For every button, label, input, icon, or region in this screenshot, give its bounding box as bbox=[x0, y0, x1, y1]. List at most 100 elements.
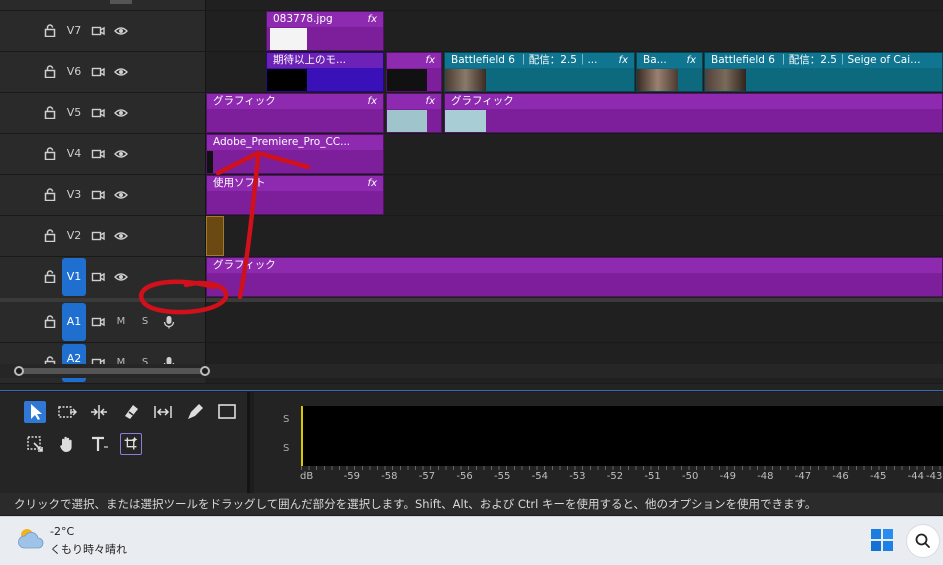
scrollbar-thumb[interactable] bbox=[18, 368, 206, 374]
lock-icon[interactable] bbox=[44, 65, 56, 78]
rectangle-tool[interactable] bbox=[216, 401, 238, 423]
text-icon bbox=[92, 436, 108, 451]
track-name-v3[interactable]: V3 bbox=[60, 181, 88, 209]
track-name-v5[interactable]: V5 bbox=[60, 99, 88, 127]
fx-badge: fx bbox=[367, 96, 377, 107]
rate-stretch-icon bbox=[27, 436, 43, 452]
pen-tool[interactable] bbox=[184, 401, 206, 423]
track-select-icon bbox=[58, 406, 77, 418]
track-name-v1[interactable]: V1 bbox=[62, 258, 86, 296]
sync-lock-icon[interactable] bbox=[91, 147, 105, 161]
clip-graphic[interactable]: グラフィック bbox=[444, 93, 943, 133]
lock-icon[interactable] bbox=[44, 106, 56, 119]
clip-short[interactable]: fx bbox=[386, 52, 442, 92]
clip-thumbnail bbox=[387, 110, 427, 132]
clip-thumbnail bbox=[445, 69, 486, 91]
mute-button[interactable]: M bbox=[114, 316, 128, 327]
ripple-edit-tool[interactable] bbox=[88, 401, 110, 423]
track-header-partial bbox=[0, 0, 205, 11]
eye-icon[interactable] bbox=[114, 147, 128, 161]
scrollbar-right-handle[interactable] bbox=[200, 366, 210, 376]
sync-lock-icon[interactable] bbox=[91, 188, 105, 202]
generative-extend-tool[interactable] bbox=[120, 433, 142, 455]
fx-badge: fx bbox=[618, 55, 628, 66]
clip-thumbnail bbox=[267, 69, 307, 91]
meter-tick-label: -54 bbox=[531, 471, 548, 482]
eye-icon[interactable] bbox=[114, 24, 128, 38]
clip-label: グラフィック bbox=[445, 94, 942, 109]
sync-lock-icon[interactable] bbox=[91, 229, 105, 243]
meter-tick-label: -49 bbox=[719, 471, 736, 482]
meter-tick-label: -55 bbox=[494, 471, 511, 482]
track-name-a1[interactable]: A1 bbox=[62, 303, 86, 341]
track-select-tool[interactable] bbox=[56, 401, 78, 423]
clip-title[interactable]: 期待以上のモ... bbox=[266, 52, 384, 92]
clip-label: Battlefield 6 ｜配信：2.5｜Seige of Cairo ... bbox=[705, 53, 942, 68]
fx-badge: fx bbox=[686, 55, 696, 66]
track-name-v6[interactable]: V6 bbox=[60, 58, 88, 86]
arrow-cursor-icon bbox=[31, 404, 42, 420]
slip-tool[interactable] bbox=[152, 401, 174, 423]
ripple-edit-icon bbox=[91, 405, 107, 419]
lock-icon[interactable] bbox=[44, 315, 56, 328]
track-name-v2[interactable]: V2 bbox=[60, 222, 88, 250]
clip-thumbnail bbox=[705, 69, 746, 91]
clip-video[interactable]: Ba... fx bbox=[636, 52, 703, 92]
meter-tick-label: -57 bbox=[418, 471, 436, 482]
weather-description[interactable]: くもり時々晴れ bbox=[50, 541, 127, 557]
slip-icon bbox=[154, 406, 172, 418]
clip-video[interactable]: Battlefield 6 ｜配信：2.5｜... fx bbox=[444, 52, 635, 92]
solo-indicator[interactable]: S bbox=[283, 443, 289, 454]
rectangle-icon bbox=[218, 404, 236, 419]
generative-extend-icon bbox=[124, 436, 138, 450]
meter-tick-label: -56 bbox=[456, 471, 473, 482]
lock-icon[interactable] bbox=[44, 24, 56, 37]
rate-stretch-tool[interactable] bbox=[24, 433, 46, 455]
eye-icon[interactable] bbox=[114, 106, 128, 120]
track-toggle-partial bbox=[110, 0, 132, 4]
meter-tick-label: -50 bbox=[682, 471, 699, 482]
weather-cloud-sun-icon[interactable] bbox=[16, 526, 46, 552]
fx-badge: fx bbox=[425, 96, 435, 107]
meter-tick-label: -47 bbox=[794, 471, 812, 482]
clip-thumbnail bbox=[387, 69, 427, 91]
clip-graphic[interactable]: グラフィック fx bbox=[206, 93, 384, 133]
lock-icon[interactable] bbox=[44, 188, 56, 201]
track-name-v7[interactable]: V7 bbox=[60, 17, 88, 45]
hand-tool[interactable] bbox=[56, 433, 78, 455]
windows-start-icon[interactable] bbox=[870, 528, 894, 552]
selection-tool[interactable] bbox=[24, 401, 46, 423]
type-tool[interactable] bbox=[88, 433, 110, 455]
meter-tick-label: -53 bbox=[569, 471, 586, 482]
solo-indicator[interactable]: S bbox=[283, 414, 289, 425]
lock-icon[interactable] bbox=[44, 270, 56, 283]
scrollbar-left-handle[interactable] bbox=[14, 366, 24, 376]
red-annotation-drawing bbox=[139, 150, 311, 315]
taskbar-search-button[interactable] bbox=[906, 524, 940, 558]
razor-tool[interactable] bbox=[120, 401, 142, 423]
sync-lock-icon[interactable] bbox=[91, 65, 105, 79]
meter-tick-label: -59 bbox=[343, 471, 360, 482]
track-lane-partial bbox=[206, 0, 943, 11]
meter-tick-label: -58 bbox=[381, 471, 398, 482]
clip-video[interactable]: Battlefield 6 ｜配信：2.5｜Seige of Cairo ... bbox=[704, 52, 943, 92]
sync-lock-icon[interactable] bbox=[91, 24, 105, 38]
clip-image[interactable]: 083778.jpg fx bbox=[266, 11, 384, 51]
sync-lock-icon[interactable] bbox=[91, 315, 105, 329]
eye-icon[interactable] bbox=[114, 65, 128, 79]
clip-label: Battlefield 6 ｜配信：2.5｜... bbox=[445, 53, 634, 68]
timeline-panel[interactable]: V7 V6 V5 V4 V3 V2 V1 A1 M S A2 M S 08377… bbox=[0, 0, 943, 391]
sync-lock-icon[interactable] bbox=[91, 270, 105, 284]
weather-temperature[interactable]: -2°C bbox=[50, 525, 74, 538]
sync-lock-icon[interactable] bbox=[91, 106, 105, 120]
clip-thumbnail bbox=[445, 110, 486, 132]
lock-icon[interactable] bbox=[44, 147, 56, 160]
eye-icon[interactable] bbox=[114, 270, 128, 284]
meter-tick-label: -52 bbox=[606, 471, 624, 482]
clip-graphic[interactable]: fx bbox=[386, 93, 442, 133]
eye-icon[interactable] bbox=[114, 188, 128, 202]
lock-icon[interactable] bbox=[44, 229, 56, 242]
eye-icon[interactable] bbox=[114, 229, 128, 243]
track-name-v4[interactable]: V4 bbox=[60, 140, 88, 168]
meter-tick-label: -51 bbox=[644, 471, 661, 482]
